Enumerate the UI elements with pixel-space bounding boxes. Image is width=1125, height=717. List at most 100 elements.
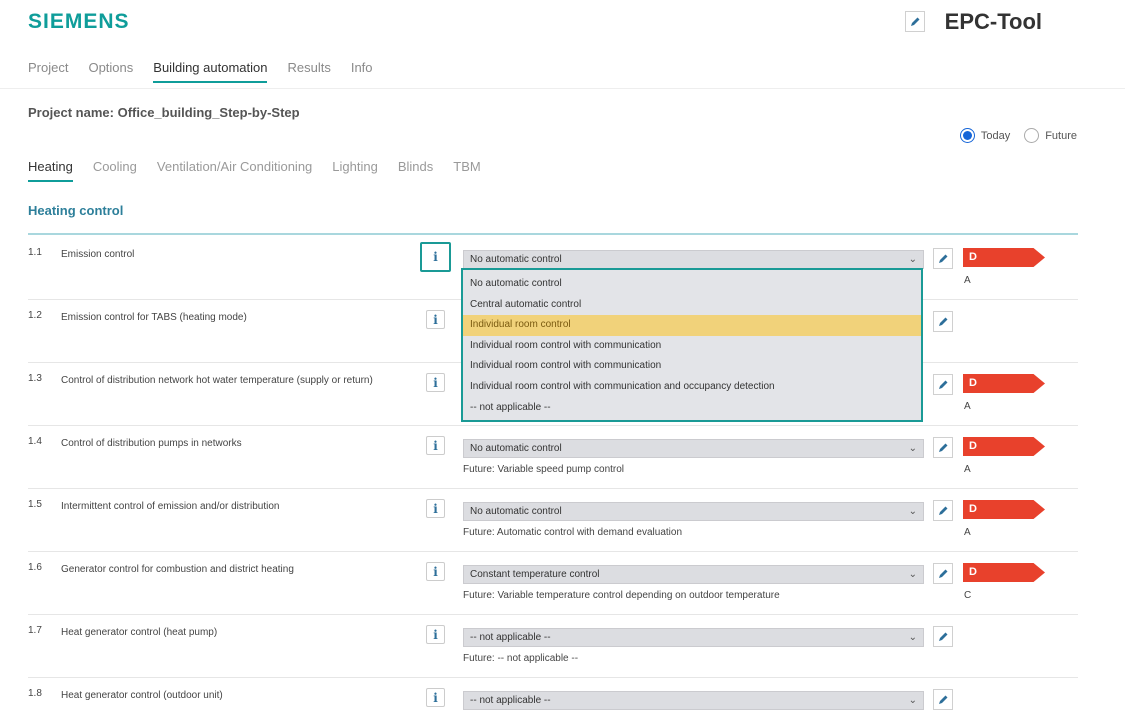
row-number: 1.8 [28, 688, 42, 699]
pencil-icon [939, 569, 948, 578]
row-number: 1.2 [28, 310, 42, 321]
dropdown-option[interactable]: Individual room control with communicati… [463, 377, 921, 398]
row-1-6: 1.6 Generator control for combustion and… [28, 552, 1078, 615]
section-title: Heating control [28, 203, 124, 218]
emission-control-select[interactable]: No automatic control ⌄ [463, 250, 924, 269]
radio-today-indicator[interactable] [959, 128, 975, 143]
future-value: Future: Variable speed pump control [463, 464, 625, 475]
intermittent-control-select[interactable]: No automatic control ⌄ [463, 502, 924, 521]
row-number: 1.6 [28, 562, 42, 573]
dropdown-option[interactable]: No automatic control [463, 274, 921, 295]
dropdown-option-highlighted[interactable]: Individual room control [463, 315, 921, 336]
chevron-down-icon: ⌄ [908, 254, 917, 265]
info-icon: i [433, 690, 438, 705]
row-label: Emission control for TABS (heating mode) [61, 312, 247, 323]
target-rating: A [964, 527, 971, 538]
row-label: Intermittent control of emission and/or … [61, 501, 280, 512]
subtab-heating[interactable]: Heating [28, 159, 73, 182]
pencil-icon [939, 695, 948, 704]
heat-pump-control-select[interactable]: -- not applicable -- ⌄ [463, 628, 924, 647]
select-value: No automatic control [470, 254, 562, 265]
chevron-down-icon: ⌄ [908, 632, 917, 643]
info-icon: i [433, 501, 438, 516]
row-number: 1.7 [28, 625, 42, 636]
info-button[interactable]: i [426, 562, 445, 581]
subtab-tbm[interactable]: TBM [453, 159, 480, 182]
section-divider [28, 233, 1078, 235]
info-button[interactable]: i [426, 310, 445, 329]
future-value: Future: -- not applicable -- [463, 653, 579, 664]
edit-button[interactable] [933, 248, 953, 269]
row-number: 1.3 [28, 373, 42, 384]
target-rating: C [964, 590, 972, 601]
header-divider [0, 88, 1125, 89]
edit-button[interactable] [933, 311, 953, 332]
info-button[interactable]: i [426, 373, 445, 392]
info-button[interactable]: i [426, 499, 445, 518]
pencil-icon [939, 506, 948, 515]
row-number: 1.4 [28, 436, 42, 447]
row-label: Generator control for combustion and dis… [61, 564, 294, 575]
radio-today[interactable]: Today [959, 128, 1011, 143]
dropdown-option[interactable]: Individual room control with communicati… [463, 336, 921, 357]
dropdown-option[interactable]: -- not applicable -- [463, 398, 921, 419]
edit-button[interactable] [933, 500, 953, 521]
edit-button[interactable] [933, 563, 953, 584]
chevron-down-icon: ⌄ [908, 506, 917, 517]
edit-button[interactable] [933, 689, 953, 710]
row-1-7: 1.7 Heat generator control (heat pump) i… [28, 615, 1078, 678]
chevron-down-icon: ⌄ [908, 443, 917, 454]
radio-future[interactable]: Future [1024, 128, 1077, 143]
subtab-cooling[interactable]: Cooling [93, 159, 137, 182]
info-icon: i [433, 250, 438, 264]
radio-today-label: Today [980, 129, 1011, 142]
row-label: Emission control [61, 249, 135, 260]
pump-control-select[interactable]: No automatic control ⌄ [463, 439, 924, 458]
select-value: No automatic control [470, 506, 562, 517]
pencil-icon [911, 17, 920, 26]
generator-control-select[interactable]: Constant temperature control ⌄ [463, 565, 924, 584]
subtab-lighting[interactable]: Lighting [332, 159, 378, 182]
tab-info[interactable]: Info [351, 60, 373, 83]
info-button[interactable]: i [426, 436, 445, 455]
info-button[interactable]: i [426, 625, 445, 644]
tab-results[interactable]: Results [287, 60, 330, 83]
select-value: Constant temperature control [470, 569, 600, 580]
row-label: Heat generator control (heat pump) [61, 627, 218, 638]
radio-future-label: Future [1045, 129, 1077, 142]
subtab-ventilation[interactable]: Ventilation/Air Conditioning [157, 159, 312, 182]
info-icon: i [433, 312, 438, 327]
radio-future-indicator[interactable] [1024, 128, 1040, 143]
select-value: No automatic control [470, 443, 562, 454]
tab-options[interactable]: Options [88, 60, 133, 83]
row-label: Control of distribution pumps in network… [61, 438, 242, 449]
section-edit-button[interactable] [905, 11, 925, 32]
app-title: EPC-Tool [944, 9, 1042, 34]
current-rating-badge: D [963, 563, 1045, 582]
info-button[interactable]: i [426, 688, 445, 707]
dropdown-option[interactable]: Individual room control with communicati… [463, 356, 921, 377]
outdoor-unit-control-select[interactable]: -- not applicable -- ⌄ [463, 691, 924, 710]
target-rating: A [964, 464, 971, 475]
row-label: Heat generator control (outdoor unit) [61, 690, 223, 701]
subtab-blinds[interactable]: Blinds [398, 159, 433, 182]
target-rating: A [964, 401, 971, 412]
edit-button[interactable] [933, 374, 953, 395]
dropdown-option[interactable]: Central automatic control [463, 295, 921, 316]
row-1-8: 1.8 Heat generator control (outdoor unit… [28, 678, 1078, 717]
chevron-down-icon: ⌄ [908, 569, 917, 580]
row-label: Control of distribution network hot wate… [61, 375, 373, 386]
current-rating-badge: D [963, 500, 1045, 519]
row-number: 1.5 [28, 499, 42, 510]
edit-button[interactable] [933, 626, 953, 647]
pencil-icon [939, 254, 948, 263]
info-button[interactable]: i [420, 242, 451, 272]
tab-building-automation[interactable]: Building automation [153, 60, 268, 83]
edit-button[interactable] [933, 437, 953, 458]
row-number: 1.1 [28, 247, 42, 258]
tab-project[interactable]: Project [28, 60, 68, 83]
pencil-icon [939, 317, 948, 326]
chevron-down-icon: ⌄ [908, 695, 917, 706]
row-1-4: 1.4 Control of distribution pumps in net… [28, 426, 1078, 489]
info-icon: i [433, 627, 438, 642]
